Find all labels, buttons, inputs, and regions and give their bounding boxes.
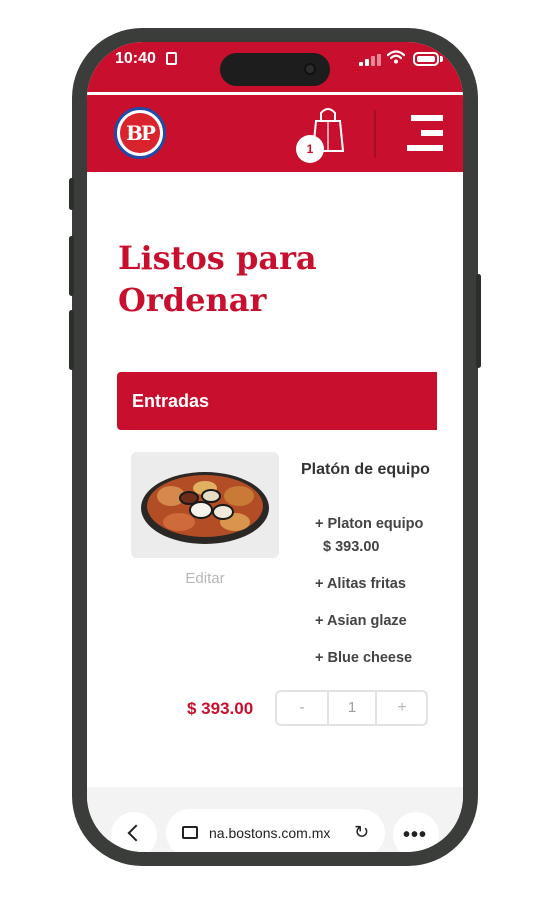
- reload-icon[interactable]: ↻: [354, 822, 369, 843]
- decrement-button[interactable]: -: [277, 692, 327, 724]
- increment-button[interactable]: +: [377, 692, 427, 724]
- page-menu-icon[interactable]: [182, 826, 198, 839]
- quantity-value: 1: [327, 692, 377, 724]
- category-label: Entradas: [132, 391, 210, 411]
- power-button: [476, 274, 481, 368]
- product-image: [131, 452, 279, 558]
- logo-text: BP: [120, 113, 160, 153]
- battery-tip: [440, 56, 443, 62]
- status-time: 10:40: [115, 50, 156, 67]
- quantity-stepper: - 1 +: [275, 690, 428, 726]
- wifi-icon: [386, 50, 406, 69]
- hamburger-menu-icon[interactable]: [407, 115, 445, 153]
- volume-down-button: [69, 310, 74, 370]
- header-divider: [374, 110, 376, 158]
- bp-logo[interactable]: BP: [114, 107, 166, 159]
- option-price: $ 393.00: [323, 539, 380, 555]
- option-item: + Platon equipo: [315, 516, 424, 532]
- category-header: Entradas: [117, 372, 437, 430]
- option-item: + Blue cheese: [315, 650, 413, 666]
- phone-screen: 10:40 BP 1 Listos para Ordenar Entradas …: [87, 42, 463, 852]
- status-bar: 10:40: [87, 42, 463, 92]
- chevron-left-icon: [127, 824, 145, 842]
- browser-toolbar: na.bostons.com.mx ↻ •••: [87, 787, 463, 852]
- option-item: + Alitas fritas: [315, 576, 406, 592]
- page-title: Listos para Ordenar: [118, 239, 317, 319]
- camera-icon: [304, 63, 316, 75]
- cellular-signal-icon: [359, 54, 381, 66]
- mute-switch: [69, 178, 74, 210]
- back-button[interactable]: [111, 812, 157, 852]
- volume-up-button: [69, 236, 74, 296]
- more-button[interactable]: •••: [393, 812, 439, 852]
- option-item: + Asian glaze: [315, 613, 407, 629]
- battery-icon: [413, 52, 439, 66]
- edit-link[interactable]: Editar: [131, 570, 279, 587]
- item-total: $ 393.00: [187, 699, 254, 718]
- product-name: Platón de equipo: [301, 461, 430, 478]
- id-card-icon: [166, 52, 177, 65]
- url-text: na.bostons.com.mx: [209, 825, 331, 841]
- site-header: BP 1: [87, 92, 463, 172]
- cart-count-badge: 1: [296, 135, 324, 163]
- more-icon: •••: [403, 824, 428, 846]
- address-bar[interactable]: na.bostons.com.mx ↻: [166, 809, 385, 852]
- dynamic-island: [220, 53, 330, 86]
